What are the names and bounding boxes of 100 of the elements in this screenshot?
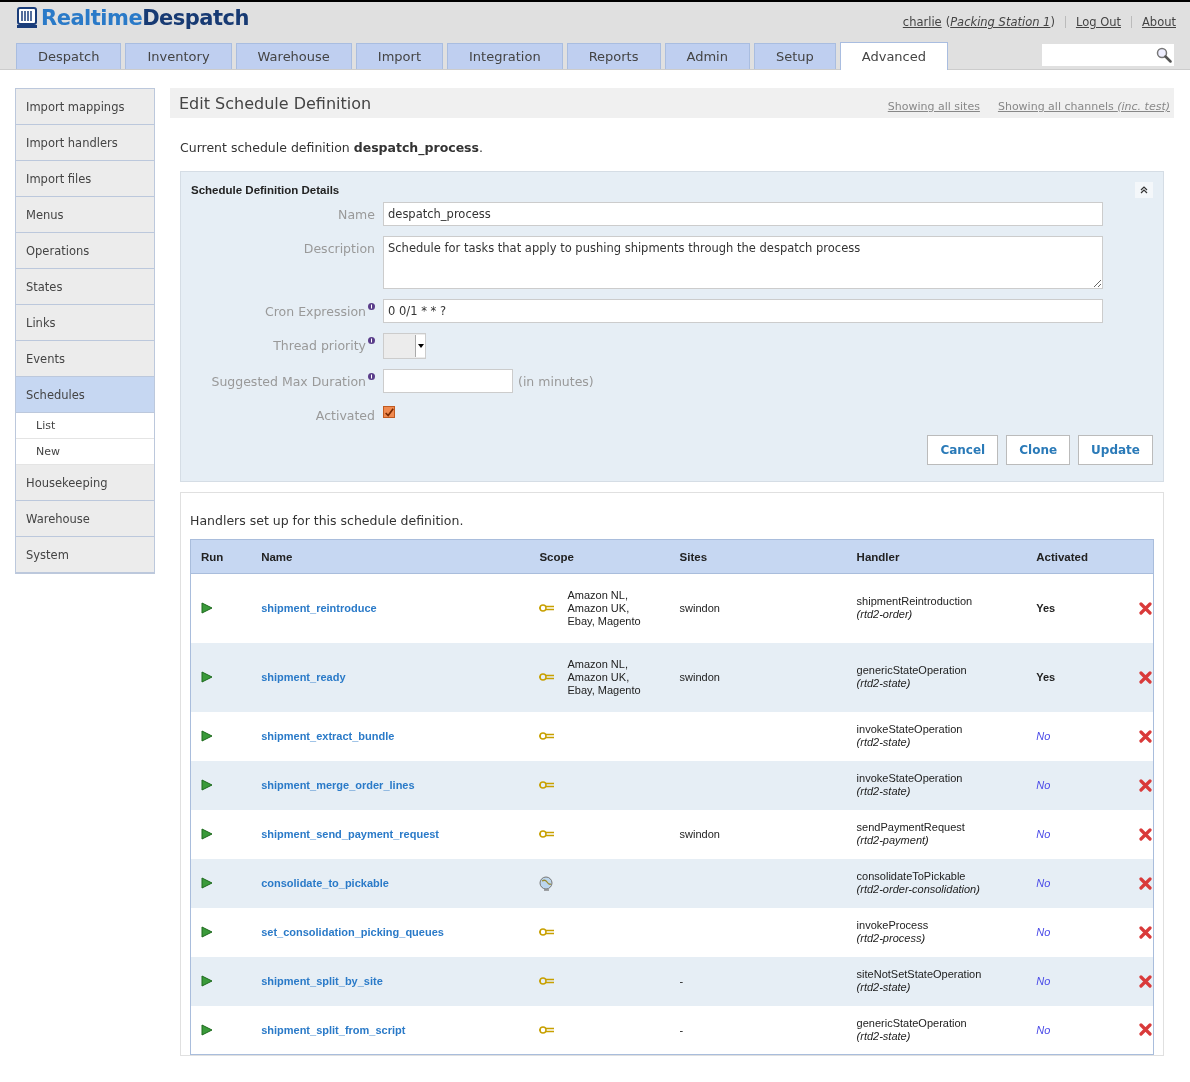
sidebar-item[interactable]: Schedules	[16, 377, 154, 413]
sidebar-item[interactable]: Menus	[16, 197, 154, 233]
delete-button[interactable]	[1139, 876, 1152, 890]
input-field[interactable]: 0 0/1 * * ?	[383, 299, 1103, 323]
sidebar-item[interactable]: Import files	[16, 161, 154, 197]
run-button[interactable]	[201, 779, 213, 791]
form-button[interactable]: Clone	[1006, 435, 1071, 465]
sidebar-item[interactable]: Import handlers	[16, 125, 154, 161]
sidebar-item[interactable]: States	[16, 269, 154, 305]
run-button[interactable]	[201, 926, 213, 938]
paren-text: )	[1050, 15, 1055, 29]
column-header: Name	[251, 539, 530, 574]
search-icon	[1156, 46, 1172, 63]
run-button[interactable]	[201, 602, 213, 615]
nav-tab[interactable]: Integration	[447, 43, 563, 69]
sidebar-subitem[interactable]: New	[16, 439, 154, 465]
handler-link[interactable]: shipment_merge_order_lines	[261, 779, 415, 791]
handler-link[interactable]: shipment_split_by_site	[261, 975, 383, 987]
delete-button[interactable]	[1139, 925, 1152, 939]
handler-text: consolidateToPickable (rtd2-order-consolidation)	[856, 870, 981, 896]
form-button[interactable]: Cancel	[927, 435, 999, 465]
header-link[interactable]: About	[1142, 15, 1176, 29]
intro-text: Current schedule definition despatch_process.	[179, 139, 484, 158]
handler-link[interactable]: shipment_split_from_script	[261, 1023, 406, 1036]
scope-text: Amazon NL, Amazon UK, Ebay, Magento	[567, 657, 641, 697]
handler-text: genericStateOperation (rtd2-state)	[856, 1016, 968, 1043]
delete-button[interactable]	[1139, 729, 1152, 743]
sidebar-item[interactable]: Housekeeping	[16, 465, 154, 501]
header-link[interactable]: Log Out	[1075, 15, 1121, 29]
info-icon	[368, 303, 375, 310]
nav-tab[interactable]: Reports	[566, 43, 661, 69]
run-button[interactable]	[201, 671, 213, 683]
nav-tab[interactable]: Import	[355, 43, 443, 69]
collapse-button[interactable]	[1135, 182, 1153, 198]
sites-text: -	[679, 975, 684, 987]
plug-icon	[539, 928, 556, 936]
handler-text: genericStateOperation (rtd2-state)	[856, 664, 968, 690]
delete-button[interactable]	[1139, 827, 1152, 841]
sidebar-item[interactable]: Import mappings	[16, 89, 154, 125]
column-header: Run	[190, 539, 252, 574]
paren-text: (	[945, 15, 951, 29]
search-field[interactable]	[1042, 43, 1174, 66]
handler-link[interactable]: consolidate_to_pickable	[261, 877, 389, 889]
column-header: Activated	[1026, 539, 1089, 574]
field-label: Name	[338, 207, 375, 222]
handler-text: invokeProcess (rtd2-process)	[856, 919, 930, 945]
priority-dropdown[interactable]	[383, 333, 426, 359]
nav-tab[interactable]: Admin	[664, 43, 750, 69]
delete-button[interactable]	[1139, 1023, 1152, 1037]
plug-icon	[539, 830, 556, 838]
activated-checkbox[interactable]	[383, 406, 395, 418]
run-button[interactable]	[201, 975, 213, 987]
activated-text: No	[1036, 926, 1051, 938]
run-button[interactable]	[201, 730, 213, 742]
station-link[interactable]: Packing Station 1	[950, 15, 1051, 29]
form-button[interactable]: Update	[1078, 435, 1153, 465]
handler-link[interactable]: shipment_extract_bundle	[261, 730, 395, 742]
field-label: Cron Expression	[265, 304, 366, 319]
sidebar-item[interactable]: Links	[16, 305, 154, 341]
sidebar-item[interactable]: Warehouse	[16, 501, 154, 537]
delete-button[interactable]	[1139, 670, 1152, 684]
description-field[interactable]: Schedule for tasks that apply to pushing shipments through the despatch process	[383, 236, 1103, 289]
delete-button[interactable]	[1139, 778, 1152, 792]
nav-tab[interactable]: Inventory	[125, 43, 232, 69]
sidebar-subitem[interactable]: List	[16, 413, 154, 439]
delete-button[interactable]	[1139, 974, 1152, 988]
input-field[interactable]	[383, 369, 513, 393]
globe-icon	[539, 875, 555, 891]
field-label: Activated	[315, 408, 375, 423]
input-field[interactable]: despatch_process	[383, 202, 1103, 226]
sites-text: swindon	[679, 828, 720, 840]
column-header: Sites	[669, 539, 847, 574]
barcode-logo-icon	[16, 7, 38, 29]
table-caption: Handlers set up for this schedule definition.	[190, 513, 465, 528]
handler-text: siteNotSetStateOperation (rtd2-state)	[856, 968, 983, 994]
sidebar-item[interactable]: Events	[16, 341, 154, 377]
handler-text: invokeStateOperation (rtd2-state)	[856, 772, 964, 798]
nav-tab[interactable]: Setup	[753, 43, 836, 69]
handler-link[interactable]: shipment_ready	[261, 671, 346, 683]
nav-tab[interactable]: Warehouse	[235, 43, 352, 69]
sites-text: -	[679, 1023, 684, 1036]
run-button[interactable]	[201, 828, 213, 840]
sidebar-item[interactable]: Operations	[16, 233, 154, 269]
user-link[interactable]: charlie	[902, 15, 942, 29]
column-header: Scope	[529, 539, 670, 574]
sidebar-item[interactable]: System	[16, 537, 154, 573]
plug-icon	[539, 673, 556, 681]
activated-text: Yes	[1036, 602, 1056, 615]
handler-link[interactable]: shipment_send_payment_request	[261, 828, 440, 840]
handler-text: shipmentReintroduction (rtd2-order)	[856, 595, 974, 622]
delete-button[interactable]	[1139, 601, 1152, 615]
run-button[interactable]	[201, 877, 213, 889]
plug-icon	[539, 732, 556, 740]
run-button[interactable]	[201, 1023, 213, 1036]
plug-icon	[539, 604, 556, 613]
nav-tab[interactable]: Advanced	[839, 42, 948, 70]
handler-link[interactable]: shipment_reintroduce	[261, 602, 377, 615]
page-title: Edit Schedule Definition	[179, 93, 372, 113]
handler-link[interactable]: set_consolidation_picking_queues	[261, 926, 444, 938]
nav-tab[interactable]: Despatch	[16, 43, 122, 69]
